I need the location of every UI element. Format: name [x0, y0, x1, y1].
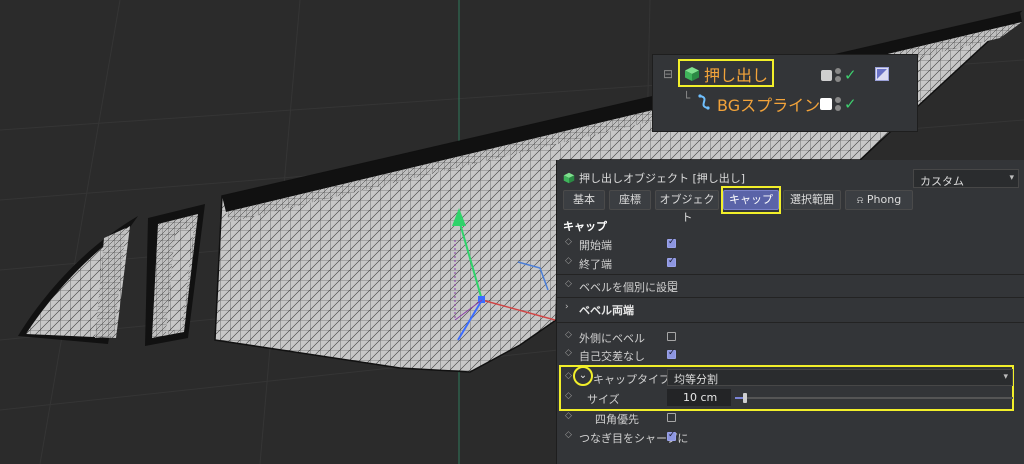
prop-quad-dominant: ◇ 四角優先: [563, 409, 1019, 427]
keyframe-diamond-icon[interactable]: ◇: [565, 391, 572, 401]
prop-size: ◇ サイズ 10 cm: [563, 389, 1019, 407]
keyframe-diamond-icon[interactable]: ◇: [565, 411, 572, 421]
object-flags[interactable]: ✓: [820, 95, 857, 113]
size-slider-fill: [735, 397, 743, 399]
keyframe-diamond-icon[interactable]: ◇: [565, 371, 572, 381]
cap-type-value: 均等分割: [674, 373, 718, 386]
chevron-right-icon[interactable]: ›: [565, 302, 569, 312]
prop-label: 終了端: [579, 258, 612, 271]
prop-end-cap: ◇ 終了端: [563, 254, 1019, 272]
prop-label: ベベルを個別に設定: [579, 281, 678, 294]
group-label: ベベル両端: [579, 304, 634, 317]
tab-basic[interactable]: 基本: [563, 190, 605, 210]
phong-tag-icon[interactable]: [875, 67, 889, 81]
size-input[interactable]: 10 cm: [667, 389, 731, 406]
object-row-spline[interactable]: └ BGスプライン ✓: [653, 89, 919, 115]
prop-label: サイズ: [587, 393, 620, 406]
size-slider-knob[interactable]: [743, 393, 747, 403]
prop-start-cap: ◇ 開始端: [563, 235, 1019, 253]
prop-bevel-individual: ◇ ベベルを個別に設定: [563, 277, 1019, 295]
chevron-down-icon: ▾: [1003, 372, 1008, 382]
outer-bevel-checkbox[interactable]: [667, 332, 676, 341]
divider: [557, 322, 1024, 323]
extrude-cube-icon: [563, 172, 575, 184]
quad-dominant-checkbox[interactable]: [667, 413, 676, 422]
start-cap-checkbox[interactable]: [667, 237, 676, 248]
prop-outer-bevel: ◇ 外側にベベル: [563, 328, 1019, 346]
expand-chevron-icon[interactable]: ⌄: [573, 366, 593, 386]
spline-icon: [698, 94, 710, 110]
prop-label: 自己交差なし: [579, 350, 645, 363]
collapse-icon[interactable]: ⊟: [663, 67, 673, 81]
prop-phong-break: ◇ つなぎ目をシャープに: [563, 428, 1019, 446]
cap-type-dropdown[interactable]: 均等分割 ▾: [667, 369, 1013, 386]
tab-object[interactable]: オブジェクト: [655, 190, 719, 224]
keyframe-diamond-icon[interactable]: ◇: [565, 256, 572, 266]
section-title: キャップ: [563, 220, 607, 233]
visibility-dots[interactable]: [835, 68, 841, 82]
object-row-extrude[interactable]: ⊟ 押し出し ✓: [653, 59, 919, 87]
chevron-down-icon: ▾: [1009, 173, 1014, 183]
tab-phong[interactable]: ⍾ Phong: [845, 190, 913, 210]
divider: [557, 274, 1024, 275]
object-name[interactable]: BGスプライン: [717, 92, 820, 116]
mode-dropdown[interactable]: カスタム ▾: [913, 169, 1019, 188]
highlight-box: [721, 186, 781, 214]
divider: [557, 297, 1024, 298]
prop-label: キャップタイプ: [593, 373, 670, 386]
object-flags[interactable]: ✓: [821, 66, 857, 84]
size-slider-track[interactable]: [735, 397, 1013, 399]
tab-coord[interactable]: 座標: [609, 190, 651, 210]
tree-connector: └: [683, 91, 691, 105]
keyframe-diamond-icon[interactable]: ◇: [565, 237, 572, 247]
attribute-manager: 押し出しオブジェクト [押し出し] カスタム ▾ 基本 座標 オブジェクト キャ…: [556, 160, 1024, 464]
prop-label: 四角優先: [595, 413, 639, 426]
keyframe-diamond-icon[interactable]: ◇: [565, 279, 572, 289]
object-manager: ⊟ 押し出し ✓ └ BGスプライン ✓: [652, 54, 918, 132]
visibility-dots[interactable]: [835, 97, 841, 111]
prop-label: 開始端: [579, 239, 612, 252]
bevel-both-group[interactable]: › ベベル両端: [563, 300, 1019, 318]
end-cap-checkbox[interactable]: [667, 256, 676, 267]
tab-phong-label: Phong: [866, 193, 902, 206]
mode-dropdown-value: カスタム: [920, 175, 964, 188]
bevel-individual-checkbox[interactable]: [668, 281, 677, 290]
bell-icon: ⍾: [856, 195, 864, 206]
keyframe-diamond-icon[interactable]: ◇: [565, 430, 572, 440]
attr-title: 押し出しオブジェクト [押し出し]: [579, 172, 746, 185]
tab-selections[interactable]: 選択範囲: [783, 190, 841, 210]
prop-avoid-self-intersect: ◇ 自己交差なし: [563, 346, 1019, 364]
keyframe-diamond-icon[interactable]: ◇: [565, 348, 572, 358]
prop-cap-type: ◇ ⌄ キャップタイプ 均等分割 ▾: [563, 366, 1019, 387]
enable-check-icon[interactable]: ✓: [844, 95, 857, 113]
size-value: 10 cm: [683, 391, 718, 404]
phong-break-checkbox[interactable]: [667, 430, 676, 441]
edit-toggle-icon[interactable]: [821, 69, 832, 81]
keyframe-diamond-icon[interactable]: ◇: [565, 330, 572, 340]
display-color-icon[interactable]: [820, 98, 832, 110]
prop-label: 外側にベベル: [579, 332, 645, 345]
avoid-self-intersect-checkbox[interactable]: [667, 348, 676, 359]
enable-check-icon[interactable]: ✓: [844, 66, 857, 84]
highlight-box: [678, 59, 774, 87]
